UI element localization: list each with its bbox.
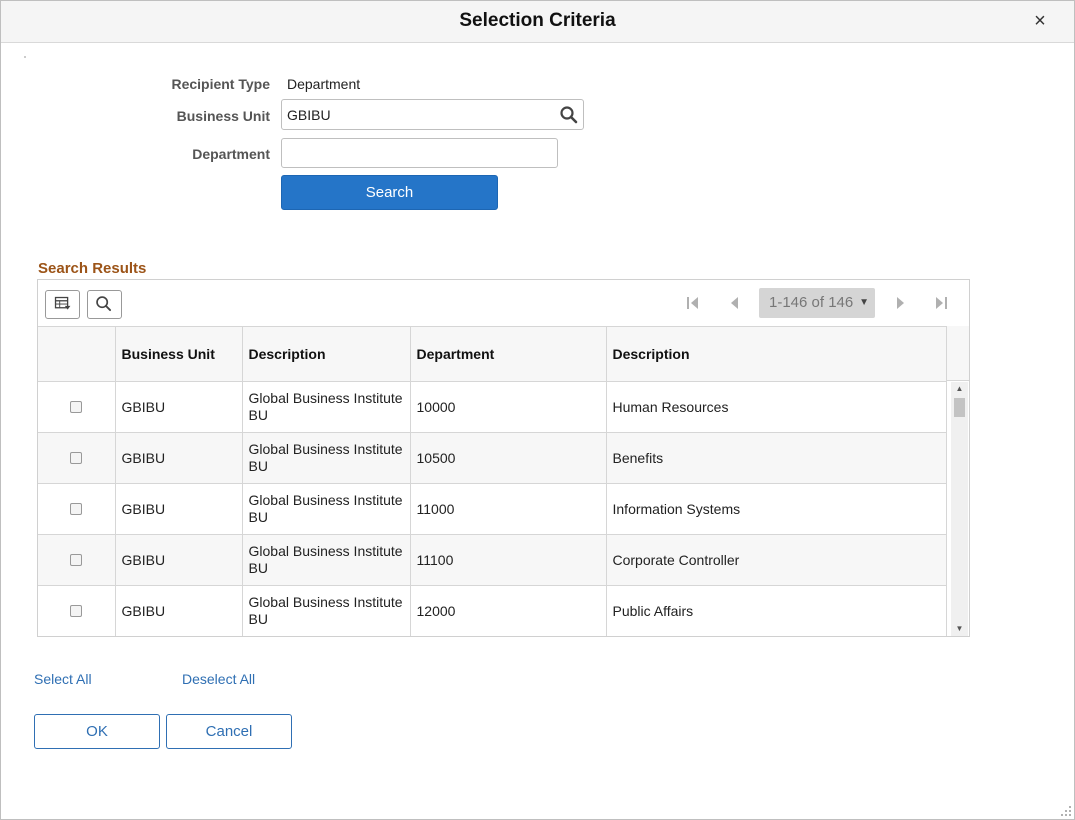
business-unit-label: Business Unit bbox=[176, 108, 270, 124]
chevron-down-icon: ▼ bbox=[859, 297, 869, 308]
department-input[interactable] bbox=[281, 138, 558, 168]
column-header-dept-description[interactable]: Description bbox=[606, 326, 947, 382]
row-select-cell bbox=[38, 381, 116, 433]
dialog-title: Selection Criteria bbox=[459, 10, 616, 31]
department-cell: 11000 bbox=[410, 483, 607, 535]
row-select-cell bbox=[38, 432, 116, 484]
grid-personalize-icon bbox=[54, 296, 71, 310]
find-icon bbox=[96, 296, 112, 312]
department-label: Department bbox=[192, 146, 270, 162]
business-unit-cell: GBIBU bbox=[115, 585, 243, 636]
business-unit-cell: GBIBU bbox=[115, 432, 243, 484]
table-row: GBIBU Global Business Institute BU 12000… bbox=[38, 585, 947, 636]
row-select-cell bbox=[38, 585, 116, 636]
search-results-title: Search Results bbox=[38, 260, 147, 277]
select-all-link[interactable]: Select All bbox=[34, 671, 92, 687]
bu-description-cell: Global Business Institute BU bbox=[242, 585, 411, 636]
next-page-icon[interactable] bbox=[891, 294, 911, 312]
scroll-down-icon[interactable]: ▼ bbox=[951, 624, 968, 633]
bu-description-cell: Global Business Institute BU bbox=[242, 432, 411, 484]
recipient-type-value: Department bbox=[287, 76, 361, 92]
selection-criteria-dialog: Selection Criteria × Recipient Type Depa… bbox=[0, 0, 1075, 820]
page-range-text: 1-146 of 146 bbox=[769, 294, 854, 311]
dept-description-cell: Benefits bbox=[606, 432, 947, 484]
scrollbar-thumb[interactable] bbox=[954, 398, 965, 417]
business-unit-cell: GBIBU bbox=[115, 534, 243, 586]
dialog-header: Selection Criteria × bbox=[1, 1, 1074, 43]
previous-page-icon[interactable] bbox=[724, 294, 744, 312]
department-cell: 11100 bbox=[410, 534, 607, 586]
close-icon[interactable]: × bbox=[1029, 9, 1051, 33]
grid-toolbar: 1-146 of 146 ▼ bbox=[38, 280, 969, 326]
business-unit-input[interactable] bbox=[281, 99, 584, 130]
dept-description-cell: Corporate Controller bbox=[606, 534, 947, 586]
search-lookup-icon[interactable] bbox=[558, 104, 580, 126]
ok-button[interactable]: OK bbox=[34, 714, 160, 749]
resize-grip-icon[interactable] bbox=[1059, 804, 1073, 818]
row-checkbox[interactable] bbox=[70, 605, 83, 617]
first-page-icon[interactable] bbox=[683, 294, 703, 312]
department-cell: 12000 bbox=[410, 585, 607, 636]
column-header-bu-description[interactable]: Description bbox=[242, 326, 411, 382]
table-row: GBIBU Global Business Institute BU 11000… bbox=[38, 483, 947, 535]
bu-description-cell: Global Business Institute BU bbox=[242, 483, 411, 535]
search-results-grid: 1-146 of 146 ▼ Business Unit Description… bbox=[37, 279, 970, 637]
table-row: GBIBU Global Business Institute BU 10500… bbox=[38, 432, 947, 484]
recipient-type-label: Recipient Type bbox=[171, 76, 270, 92]
column-header-business-unit[interactable]: Business Unit bbox=[115, 326, 243, 382]
row-select-cell bbox=[38, 483, 116, 535]
dept-description-cell: Information Systems bbox=[606, 483, 947, 535]
table-row: GBIBU Global Business Institute BU 10000… bbox=[38, 381, 947, 433]
bu-description-cell: Global Business Institute BU bbox=[242, 381, 411, 433]
cancel-button[interactable]: Cancel bbox=[166, 714, 292, 749]
department-cell: 10000 bbox=[410, 381, 607, 433]
deselect-all-link[interactable]: Deselect All bbox=[182, 671, 255, 687]
scroll-up-icon[interactable]: ▲ bbox=[951, 384, 968, 393]
column-header-department[interactable]: Department bbox=[410, 326, 607, 382]
row-checkbox[interactable] bbox=[70, 503, 83, 515]
row-select-cell bbox=[38, 534, 116, 586]
dept-description-cell: Public Affairs bbox=[606, 585, 947, 636]
dept-description-cell: Human Resources bbox=[606, 381, 947, 433]
last-page-icon[interactable] bbox=[931, 294, 951, 312]
table-row: GBIBU Global Business Institute BU 11100… bbox=[38, 534, 947, 586]
find-button[interactable] bbox=[87, 290, 122, 319]
decorative-dot bbox=[24, 56, 26, 58]
page-range-dropdown[interactable]: 1-146 of 146 ▼ bbox=[759, 288, 875, 318]
table-header-row: Business Unit Description Department Des… bbox=[38, 326, 947, 382]
results-table: Business Unit Description Department Des… bbox=[38, 326, 947, 636]
header-scroll-filler bbox=[946, 326, 969, 381]
bu-description-cell: Global Business Institute BU bbox=[242, 534, 411, 586]
personalize-button[interactable] bbox=[45, 290, 80, 319]
vertical-scrollbar[interactable]: ▲ ▼ bbox=[951, 382, 968, 636]
row-checkbox[interactable] bbox=[70, 401, 83, 413]
search-button[interactable]: Search bbox=[281, 175, 498, 210]
row-checkbox[interactable] bbox=[70, 554, 83, 566]
row-checkbox[interactable] bbox=[70, 452, 83, 464]
business-unit-cell: GBIBU bbox=[115, 381, 243, 433]
department-cell: 10500 bbox=[410, 432, 607, 484]
column-header-select bbox=[38, 326, 116, 382]
business-unit-cell: GBIBU bbox=[115, 483, 243, 535]
